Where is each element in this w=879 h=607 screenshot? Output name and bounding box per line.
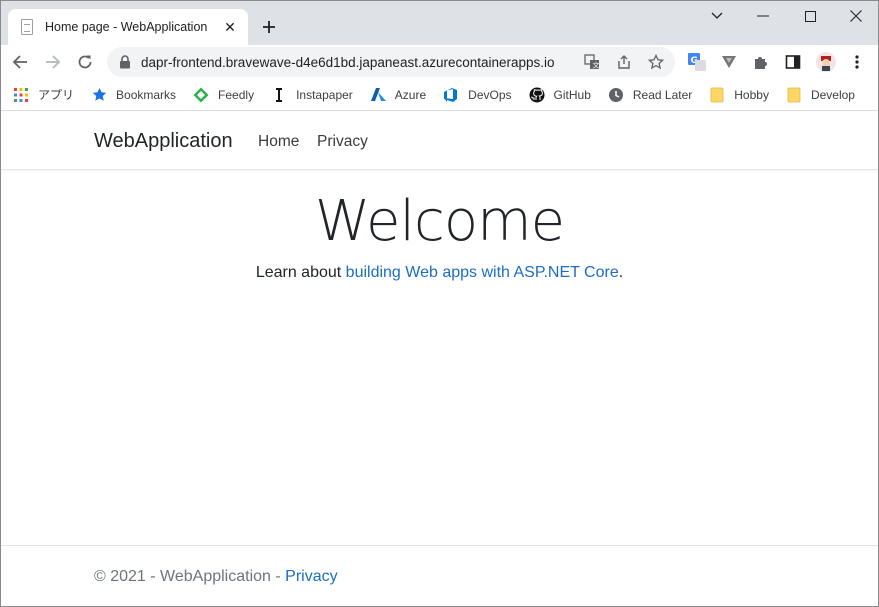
bookmark-folder-hobby[interactable]: Hobby — [709, 87, 769, 103]
bookmark-label: GitHub — [553, 87, 591, 102]
bookmark-folder-develop[interactable]: Develop — [786, 87, 855, 103]
close-icon — [850, 10, 862, 22]
bookmark-label: Read Later — [632, 87, 693, 102]
bookmark-feedly[interactable]: Feedly — [193, 87, 254, 103]
site-footer: © 2021 - WebApplication - Privacy — [1, 545, 878, 606]
translate-icon[interactable]: 文 — [583, 53, 601, 71]
copyright-text: © 2021 - WebApplication - — [94, 568, 286, 585]
folder-icon — [709, 87, 725, 103]
intro-text: Learn about building Web apps with ASP.N… — [1, 264, 878, 282]
url-text[interactable]: dapr-frontend.bravewave-d4e6d1bd.japanea… — [141, 55, 555, 70]
tab-title: Home page - WebApplication — [45, 20, 208, 34]
tab-search-button[interactable] — [694, 1, 740, 31]
azure-icon — [370, 87, 386, 103]
tab-strip: Home page - WebApplication ✕ — [1, 1, 878, 45]
nav-link-privacy[interactable]: Privacy — [317, 133, 368, 151]
footer-privacy-link[interactable]: Privacy — [285, 568, 337, 585]
bookmark-github[interactable]: GitHub — [529, 87, 591, 103]
intro-prefix: Learn about — [255, 264, 346, 281]
arrow-right-icon — [46, 55, 61, 69]
maximize-button[interactable] — [787, 1, 833, 31]
star-icon — [91, 87, 107, 103]
bookmark-label: Bookmarks — [116, 87, 177, 102]
bookmark-instapaper[interactable]: Instapaper — [271, 87, 353, 103]
bookmark-label: Develop — [810, 87, 855, 102]
bookmark-apps[interactable]: アプリ — [13, 86, 74, 103]
browser-toolbar: dapr-frontend.bravewave-d4e6d1bd.japanea… — [1, 45, 878, 79]
maximize-icon — [804, 10, 816, 22]
site-brand-link[interactable]: WebApplication — [94, 130, 233, 153]
address-bar[interactable]: dapr-frontend.bravewave-d4e6d1bd.japanea… — [107, 47, 675, 77]
forward-button[interactable] — [41, 50, 65, 74]
browser-window: Home page - WebApplication ✕ dapr-fronte… — [0, 0, 879, 607]
folder-icon — [786, 87, 802, 103]
svg-text:文: 文 — [593, 61, 600, 70]
share-icon[interactable] — [615, 53, 633, 71]
bookmark-azure[interactable]: Azure — [370, 87, 426, 103]
arrow-left-icon — [12, 55, 27, 69]
minimize-button[interactable] — [740, 1, 786, 31]
bookmark-label: アプリ — [38, 88, 75, 102]
read-later-icon — [608, 87, 624, 103]
devops-icon — [443, 87, 459, 103]
bookmark-star-icon[interactable] — [647, 53, 665, 71]
browser-tab[interactable]: Home page - WebApplication ✕ — [8, 9, 248, 45]
close-window-button[interactable] — [833, 1, 878, 31]
google-translate-extension-icon[interactable]: G — [688, 53, 706, 71]
new-tab-button[interactable] — [258, 16, 280, 38]
more-menu-icon[interactable] — [848, 53, 866, 71]
vivaldi-extension-icon[interactable] — [720, 53, 738, 71]
bookmark-devops[interactable]: DevOps — [443, 87, 512, 103]
bookmark-label: Azure — [394, 87, 427, 102]
aspnet-docs-link[interactable]: building Web apps with ASP.NET Core — [346, 264, 619, 281]
profile-avatar[interactable] — [816, 52, 836, 72]
github-icon — [529, 87, 545, 103]
bookmark-label: Hobby — [734, 87, 769, 102]
site-navbar: WebApplication Home Privacy — [1, 112, 878, 170]
lock-icon[interactable] — [119, 55, 131, 69]
bookmark-label: Instapaper — [296, 87, 353, 102]
page-favicon-icon — [19, 19, 35, 35]
minimize-icon — [757, 15, 769, 17]
nav-link-home[interactable]: Home — [258, 133, 299, 151]
bookmark-label: Feedly — [218, 87, 255, 102]
bookmark-bookmarks[interactable]: Bookmarks — [91, 87, 176, 103]
page-heading: Welcome — [314, 189, 565, 254]
reload-icon — [78, 55, 92, 69]
bookmark-label: DevOps — [468, 87, 512, 102]
apps-grid-icon — [13, 87, 29, 103]
feedly-icon — [193, 87, 209, 103]
extensions-puzzle-icon[interactable] — [752, 53, 770, 71]
reload-button[interactable] — [73, 50, 97, 74]
chevron-down-icon — [711, 12, 723, 19]
plus-icon — [263, 21, 275, 33]
bookmarks-bar: アプリ Bookmarks Feedly Instapaper Azure De… — [1, 79, 878, 111]
intro-suffix: . — [618, 264, 624, 281]
tab-close-icon[interactable]: ✕ — [222, 19, 238, 35]
side-panel-icon[interactable] — [784, 53, 802, 71]
back-button[interactable] — [8, 50, 32, 74]
instapaper-icon — [271, 87, 287, 103]
bookmark-read-later[interactable]: Read Later — [608, 87, 692, 103]
footer-text: © 2021 - WebApplication - Privacy — [94, 568, 338, 586]
